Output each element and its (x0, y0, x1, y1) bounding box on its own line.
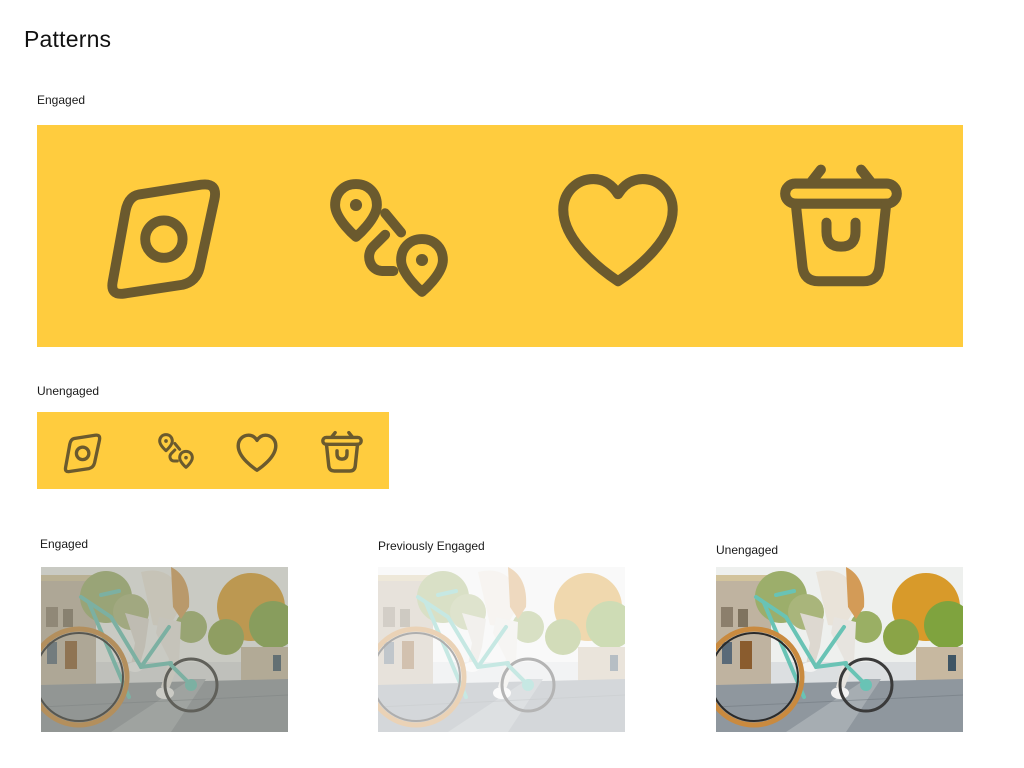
route-pins-icon[interactable] (156, 431, 196, 471)
engaged-icons-panel (37, 125, 963, 347)
heart-icon[interactable] (551, 164, 685, 298)
unengaged-icons-panel (37, 412, 389, 489)
shopping-basket-icon[interactable] (319, 429, 365, 475)
heart-icon[interactable] (234, 430, 280, 476)
route-pins-icon[interactable] (323, 172, 455, 304)
shopping-basket-icon[interactable] (774, 159, 908, 293)
engaged-image-label: Engaged (40, 537, 89, 551)
engaged-icons-label: Engaged (37, 93, 86, 107)
engaged-overlay (41, 567, 288, 732)
engaged-bike-photo[interactable] (41, 567, 288, 732)
camera-lens-icon[interactable] (99, 172, 231, 304)
unengaged-icons-label: Unengaged (37, 384, 100, 398)
previously-engaged-image-label: Previously Engaged (378, 539, 485, 553)
camera-lens-icon[interactable] (61, 431, 105, 475)
page-title: Patterns (24, 26, 112, 52)
unengaged-bike-photo[interactable] (716, 567, 963, 732)
unengaged-image-label: Unengaged (716, 543, 779, 557)
previously-engaged-bike-photo[interactable] (378, 567, 625, 732)
previously-engaged-overlay (378, 567, 625, 732)
